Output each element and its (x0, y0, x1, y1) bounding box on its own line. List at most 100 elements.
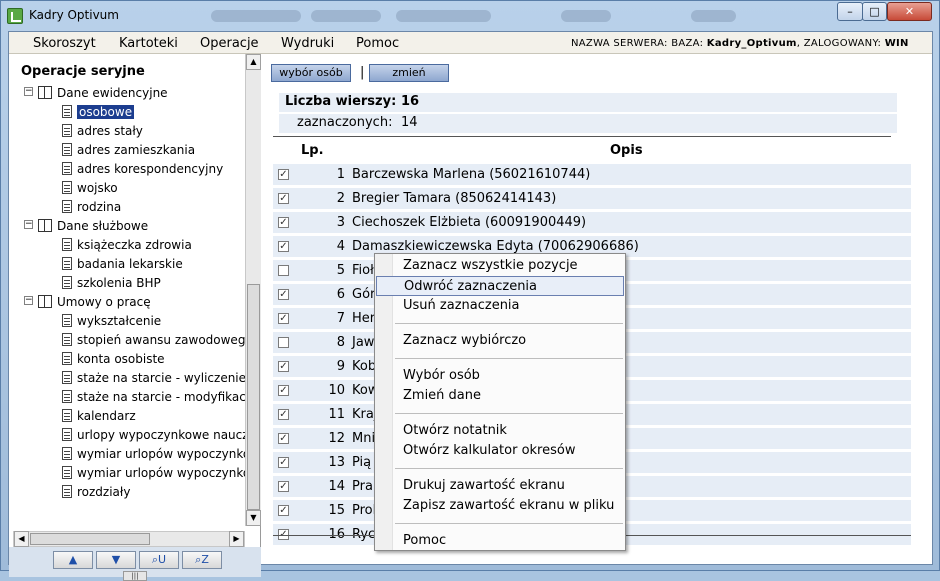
blurred-tab (691, 10, 736, 22)
blurred-tab (211, 10, 301, 22)
row-checkbox[interactable] (278, 265, 289, 276)
scroll-left-button[interactable]: ◀ (14, 531, 29, 547)
menu-pomoc[interactable]: Pomoc (356, 36, 399, 51)
row-checkbox[interactable]: ✓ (278, 385, 289, 396)
maximize-button[interactable]: □ (862, 2, 887, 21)
row-checkbox[interactable]: ✓ (278, 409, 289, 420)
context-menu: Zaznacz wszystkie pozycje Odwróć zaznacze… (374, 253, 626, 551)
menu-operacje[interactable]: Operacje (200, 36, 259, 51)
tree-item[interactable]: rodzina (9, 198, 245, 217)
tree-item[interactable]: rozdziały (9, 483, 245, 502)
row-checkbox[interactable]: ✓ (278, 289, 289, 300)
row-lp: 7 (336, 311, 345, 326)
db-value: Kadry_Optivum (706, 38, 797, 49)
row-checkbox[interactable]: ✓ (278, 481, 289, 492)
context-menu-item[interactable]: Zaznacz wybiórczo (376, 331, 624, 351)
move-up-button[interactable]: ▲ (53, 551, 93, 569)
document-icon (62, 238, 72, 251)
table-row[interactable]: ✓ 3 Ciechoszek Elżbieta (60091900449) (273, 211, 911, 233)
tree-horizontal-scrollbar[interactable]: ◀ ▶ (13, 531, 245, 547)
title-bar[interactable]: Kadry Optivum – □ ✕ (1, 1, 939, 31)
checked-label: zaznaczonych: (297, 115, 393, 130)
select-people-button[interactable]: wybór osób (271, 64, 351, 82)
menu-kartoteki[interactable]: Kartoteki (119, 36, 178, 51)
panel-resize-grip[interactable]: ||| (123, 571, 147, 581)
document-icon (62, 428, 72, 441)
collapse-icon[interactable]: − (24, 87, 33, 96)
document-icon (62, 485, 72, 498)
context-menu-item[interactable]: Drukuj zawartość ekranu (376, 476, 624, 496)
tree-item[interactable]: adres zamieszkania (9, 141, 245, 160)
tree-item[interactable]: kalendarz (9, 407, 245, 426)
document-icon (62, 257, 72, 270)
server-info: NAZWA SERWERA: BAZA: Kadry_Optivum, ZALO… (571, 38, 909, 49)
row-lp: 2 (336, 191, 345, 206)
collapse-icon[interactable]: − (24, 220, 33, 229)
row-checkbox[interactable]: ✓ (278, 217, 289, 228)
context-menu-item[interactable]: Odwróć zaznaczenia (376, 276, 624, 296)
context-menu-item[interactable]: Otwórz notatnik (376, 421, 624, 441)
tree-item[interactable]: staże na starcie - modyfikacja (9, 388, 245, 407)
tree-item[interactable]: badania lekarskie (9, 255, 245, 274)
row-checkbox[interactable]: ✓ (278, 193, 289, 204)
find-u-button[interactable]: ⌕U (139, 551, 179, 569)
tree-item[interactable]: konta osobiste (9, 350, 245, 369)
hscroll-thumb[interactable] (30, 533, 150, 545)
change-button[interactable]: zmień (369, 64, 449, 82)
tree-item[interactable]: urlopy wypoczynkowe nauczycieli (9, 426, 245, 445)
tree-item[interactable]: książeczka zdrowia (9, 236, 245, 255)
row-lp: 6 (336, 287, 345, 302)
row-checkbox[interactable]: ✓ (278, 505, 289, 516)
row-checkbox[interactable]: ✓ (278, 169, 289, 180)
collapse-icon[interactable]: − (24, 296, 33, 305)
tree-group[interactable]: − Umowy o pracę (9, 293, 245, 312)
user-label: , ZALOGOWANY: (796, 38, 882, 49)
tree-item[interactable]: osobowe (9, 103, 245, 122)
tree-item[interactable]: staże na starcie - wyliczenie (9, 369, 245, 388)
row-checkbox[interactable]: ✓ (278, 433, 289, 444)
context-menu-item-label: Otwórz notatnik (403, 423, 507, 438)
context-menu-item[interactable]: Zaznacz wszystkie pozycje (376, 256, 624, 276)
tree-item[interactable]: wojsko (9, 179, 245, 198)
tree-group[interactable]: − Dane służbowe (9, 217, 245, 236)
context-menu-item[interactable]: Pomoc (376, 531, 624, 551)
toolbar-separator: | (360, 65, 365, 80)
tree-item-label: adres stały (77, 124, 143, 138)
row-checkbox[interactable]: ✓ (278, 313, 289, 324)
tree-group[interactable]: − Dane ewidencyjne (9, 84, 245, 103)
scroll-thumb[interactable] (247, 284, 260, 510)
tree-item[interactable]: adres stały (9, 122, 245, 141)
scroll-right-button[interactable]: ▶ (229, 531, 244, 547)
document-icon (62, 200, 72, 213)
minimize-button[interactable]: – (837, 2, 863, 21)
tree-item[interactable]: wymiar urlopów wypoczynkowych (9, 445, 245, 464)
close-button[interactable]: ✕ (887, 2, 932, 21)
menu-wydruki[interactable]: Wydruki (281, 36, 334, 51)
menu-skoroszyt[interactable]: Skoroszyt (33, 36, 96, 51)
context-menu-item[interactable]: Wybór osób (376, 366, 624, 386)
tree-item[interactable]: wykształcenie (9, 312, 245, 331)
tree-item[interactable]: stopień awansu zawodowego (9, 331, 245, 350)
book-icon (38, 295, 52, 308)
tree-vertical-scrollbar[interactable]: ▲ ▼ (245, 54, 261, 526)
context-menu-item[interactable]: Usuń zaznaczenia (376, 296, 624, 316)
table-header: Lp. Opis (273, 141, 911, 161)
row-checkbox[interactable] (278, 337, 289, 348)
context-menu-item[interactable]: Zapisz zawartość ekranu w pliku (376, 496, 624, 516)
row-checkbox[interactable]: ✓ (278, 241, 289, 252)
move-down-button[interactable]: ▼ (96, 551, 136, 569)
table-row[interactable]: ✓ 1 Barczewska Marlena (56021610744) (273, 163, 911, 185)
row-checkbox[interactable]: ✓ (278, 457, 289, 468)
scroll-up-button[interactable]: ▲ (246, 54, 261, 70)
table-row[interactable]: ✓ 2 Bregier Tamara (85062414143) (273, 187, 911, 209)
context-menu-item[interactable]: Zmień dane (376, 386, 624, 406)
find-z-button[interactable]: ⌕Z (182, 551, 222, 569)
db-label: BAZA: (671, 38, 704, 49)
server-label: NAZWA SERWERA: (571, 38, 668, 49)
tree-item[interactable]: adres korespondencyjny (9, 160, 245, 179)
scroll-down-button[interactable]: ▼ (246, 510, 261, 526)
tree-item[interactable]: wymiar urlopów wypoczynkowych (9, 464, 245, 483)
context-menu-item[interactable]: Otwórz kalkulator okresów (376, 441, 624, 461)
row-checkbox[interactable]: ✓ (278, 361, 289, 372)
tree-item[interactable]: szkolenia BHP (9, 274, 245, 293)
